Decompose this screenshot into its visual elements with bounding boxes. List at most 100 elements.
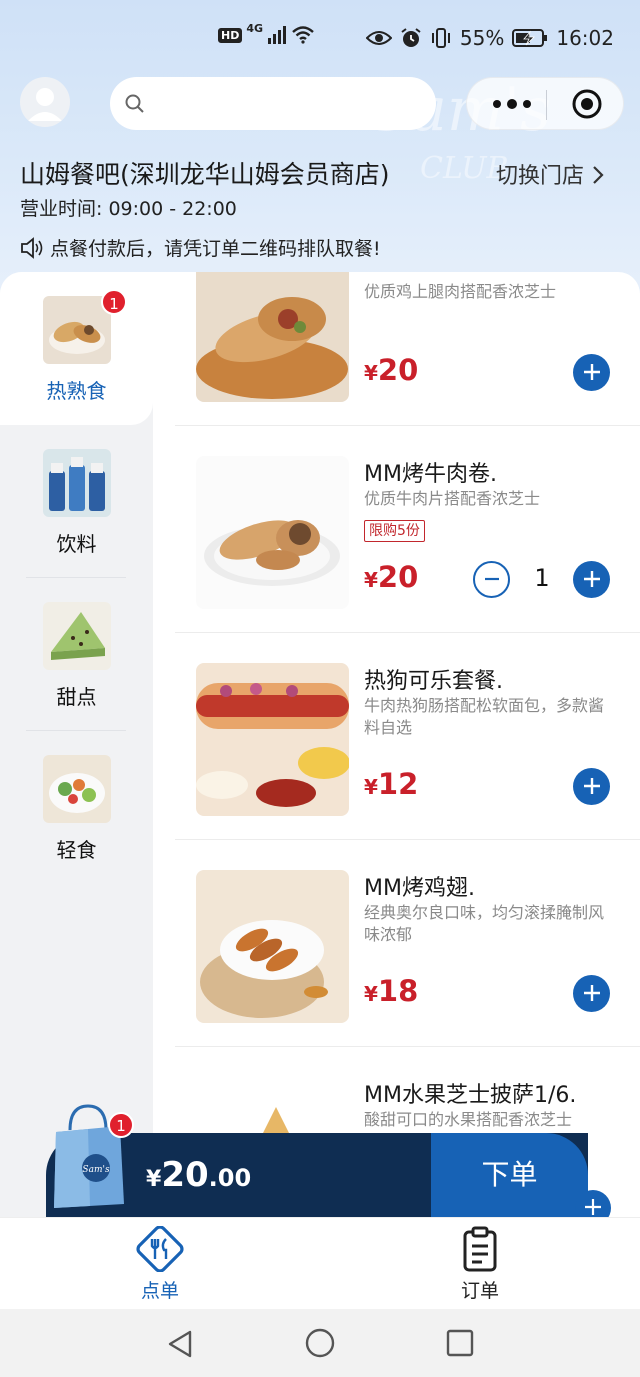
product-price: ¥20 — [364, 560, 418, 594]
decrease-quantity-button[interactable] — [473, 561, 510, 598]
cart-currency: ¥ — [146, 1167, 162, 1192]
add-to-cart-button[interactable] — [573, 768, 610, 805]
product-description: 牛肉热狗肠搭配松软面包，多款酱料自选 — [364, 696, 605, 737]
tab-label: 订单 — [460, 1280, 499, 1302]
product-price: ¥12 — [364, 767, 418, 801]
product-name: MM烤鸡翅. — [364, 876, 475, 901]
product-name: MM烤牛肉卷. — [364, 462, 497, 487]
product-image — [196, 456, 349, 609]
tab-orders[interactable]: 订单 — [400, 1226, 560, 1303]
more-icon[interactable] — [487, 89, 537, 119]
place-order-button[interactable]: 下单 — [431, 1133, 588, 1217]
category-drinks[interactable]: 饮料 — [0, 425, 153, 578]
signal-icon — [268, 26, 287, 44]
search-icon — [125, 94, 144, 113]
cart-total: ¥20.00 — [146, 1155, 251, 1195]
category-sidebar: 1 热熟食 饮料 甜点 轻食 — [0, 272, 153, 1217]
battery-charging-icon — [512, 29, 548, 47]
quantity-value: 1 — [534, 564, 550, 592]
plus-icon — [583, 778, 600, 794]
product-image — [196, 272, 349, 402]
category-badge: 1 — [101, 289, 127, 315]
notice-text: 点餐付款后，请凭订单二维码排队取餐! — [50, 238, 381, 260]
category-label: 饮料 — [56, 532, 97, 556]
product-image — [196, 870, 349, 1023]
cart-total-decimal: .00 — [208, 1164, 252, 1192]
alarm-icon — [401, 28, 421, 47]
notice-bar: 点餐付款后，请凭订单二维码排队取餐! — [20, 234, 381, 261]
cart-count-badge: 1 — [108, 1112, 134, 1138]
tab-label: 点单 — [140, 1280, 179, 1302]
price-value: 20 — [377, 353, 419, 387]
network-type: 4G — [246, 21, 264, 35]
plus-icon — [583, 364, 600, 380]
capsule-divider — [546, 90, 547, 120]
svg-text:Sam's: Sam's — [82, 1165, 110, 1175]
home-icon[interactable] — [305, 1328, 335, 1358]
business-hours: 营业时间: 09:00 - 22:00 — [20, 198, 237, 220]
product-item[interactable]: MM烤鸡翅. 经典奥尔良口味，均匀滚揉腌制风味浓郁 ¥18 — [175, 840, 640, 1047]
product-item[interactable]: 优质鸡上腿肉搭配香浓芝士 ¥20 — [175, 272, 640, 426]
product-name: MM水果芝士披萨1/6. — [364, 1083, 577, 1108]
category-label: 热熟食 — [46, 379, 107, 403]
purchase-limit-tag: 限购5份 — [364, 520, 425, 542]
add-to-cart-button[interactable] — [573, 561, 610, 598]
product-price: ¥20 — [364, 353, 418, 387]
user-avatar[interactable] — [20, 77, 70, 127]
store-name: 山姆餐吧(深圳龙华山姆会员商店) — [20, 160, 390, 189]
category-light-meal-thumbnail — [43, 755, 111, 823]
product-description: 优质鸡上腿肉搭配香浓芝士 — [364, 282, 557, 301]
cart-total-integer: 20 — [161, 1155, 209, 1195]
eye-icon — [365, 31, 392, 45]
product-name: 热狗可乐套餐. — [364, 669, 503, 694]
recent-apps-icon[interactable] — [446, 1329, 474, 1357]
product-image — [196, 663, 349, 816]
plus-icon — [583, 985, 600, 1001]
product-item[interactable]: MM烤牛肉卷. 优质牛肉片搭配香浓芝士 限购5份 ¥20 1 — [175, 426, 640, 633]
product-description: 经典奥尔良口味，均匀滚揉腌制风味浓郁 — [364, 903, 605, 944]
clipboard-icon — [463, 1226, 497, 1272]
tab-order-menu[interactable]: 点单 — [80, 1225, 240, 1303]
hd-indicator: HD — [218, 27, 243, 43]
category-dessert[interactable]: 甜点 — [0, 578, 153, 731]
price-value: 12 — [377, 767, 419, 801]
product-list: 优质鸡上腿肉搭配香浓芝士 ¥20 MM烤牛肉卷. 优质牛肉片搭配香浓芝士 限购5… — [175, 272, 640, 1217]
price-value: 18 — [377, 974, 419, 1008]
menu-panel: 1 热熟食 饮料 甜点 轻食 优质鸡上腿肉搭配香浓芝士 ¥20 MM烤牛肉卷. … — [0, 272, 640, 1217]
wifi-icon — [292, 26, 314, 44]
plus-icon — [585, 1199, 601, 1215]
category-hot-food[interactable]: 1 热熟食 — [0, 272, 153, 425]
price-currency: ¥ — [364, 775, 378, 799]
cart-bar[interactable]: ¥20.00 下单 — [46, 1133, 588, 1217]
product-price: ¥18 — [364, 974, 418, 1008]
product-description: 酸甜可口的水果搭配香浓芝士 — [364, 1110, 573, 1129]
minus-icon — [484, 577, 499, 581]
price-value: 20 — [377, 560, 419, 594]
price-currency: ¥ — [364, 982, 378, 1006]
add-to-cart-button[interactable] — [573, 354, 610, 391]
speaker-icon — [21, 236, 43, 259]
close-target-icon[interactable] — [571, 88, 603, 120]
status-bar: HD 4G 55% 16:02 — [0, 21, 640, 56]
search-input[interactable] — [110, 77, 436, 130]
battery-percent: 55% — [459, 26, 505, 50]
product-item[interactable]: 热狗可乐套餐. 牛肉热狗肠搭配松软面包，多款酱料自选 ¥12 — [175, 633, 640, 840]
system-navigation-bar — [0, 1309, 640, 1377]
category-drinks-thumbnail — [43, 449, 111, 517]
price-currency: ¥ — [364, 568, 378, 592]
user-icon — [28, 88, 62, 121]
category-label: 甜点 — [56, 685, 97, 709]
category-dessert-thumbnail — [43, 602, 111, 670]
switch-store-label: 切换门店 — [496, 164, 585, 189]
bottom-tab-bar: 点单 订单 — [0, 1217, 640, 1309]
product-description: 优质牛肉片搭配香浓芝士 — [364, 489, 541, 508]
cutlery-icon — [136, 1225, 184, 1273]
category-light-meal[interactable]: 轻食 — [0, 731, 153, 884]
switch-store-link[interactable]: 切换门店 — [496, 158, 605, 190]
add-to-cart-button[interactable] — [573, 975, 610, 1012]
back-icon[interactable] — [166, 1329, 194, 1359]
chevron-right-icon — [593, 166, 604, 184]
miniprogram-capsule — [466, 77, 624, 130]
price-currency: ¥ — [364, 361, 378, 385]
clock-time: 16:02 — [556, 26, 614, 50]
